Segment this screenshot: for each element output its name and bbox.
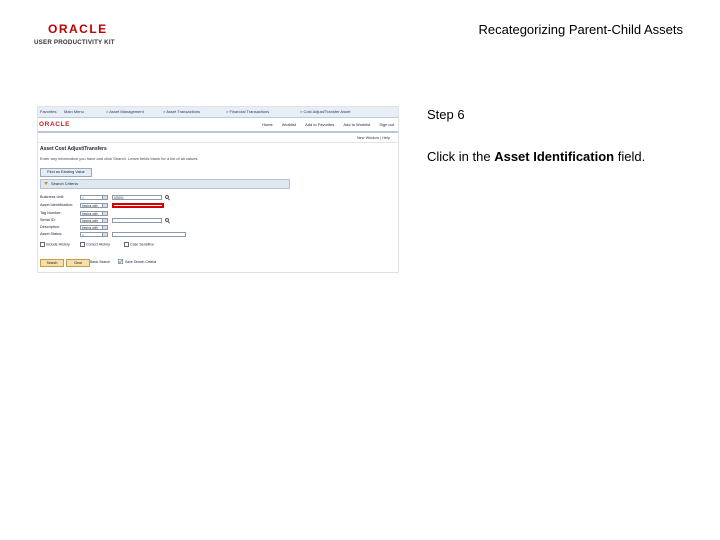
- business-unit-row: Business Unit: = US001: [40, 195, 190, 201]
- asset-status-select[interactable]: [112, 232, 186, 237]
- step-label: Step 6: [427, 107, 465, 122]
- tab-find-existing-value[interactable]: Find an Existing Value: [40, 168, 92, 177]
- instruction-prefix: Click in the: [427, 149, 495, 164]
- clear-button[interactable]: Clear: [66, 259, 90, 267]
- oracle-upk-logo: ORACLE USER PRODUCTIVITY KIT: [34, 22, 126, 48]
- instruction-target: Asset Identification: [494, 149, 615, 164]
- case-sensitive-option[interactable]: Case Sensitive: [124, 242, 154, 247]
- checkbox[interactable]: [80, 242, 85, 247]
- serial-id-row: Serial ID: begins with: [40, 218, 190, 224]
- asset-status-row: Asset Status: =: [40, 232, 190, 238]
- slide-title: Recategorizing Parent-Child Assets: [478, 22, 684, 37]
- add-favorites-link[interactable]: Add to Favorites: [305, 122, 334, 127]
- header-links: Home Worklist Add to Favorites Add to Wo…: [254, 122, 394, 127]
- instruction-suffix: field.: [614, 149, 646, 164]
- worklist-link[interactable]: Worklist: [282, 122, 296, 127]
- basic-search-link[interactable]: Basic Search: [90, 260, 110, 264]
- asset-identification-input[interactable]: [112, 203, 164, 208]
- search-button[interactable]: Search: [40, 259, 64, 267]
- app-brand: ORACLE: [39, 121, 71, 128]
- checkbox[interactable]: [124, 242, 129, 247]
- checkbox-label: Case Sensitive: [130, 242, 154, 247]
- save-search-icon[interactable]: [118, 259, 123, 264]
- instruction-text: Click in the Asset Identification field.: [427, 149, 645, 164]
- logo-brand: ORACLE: [48, 22, 108, 36]
- serial-id-input[interactable]: [112, 218, 162, 223]
- collapse-arrow-icon[interactable]: [44, 182, 48, 185]
- asset-status-operator[interactable]: =: [80, 232, 108, 237]
- field-label: Tag Number:: [40, 211, 62, 215]
- header-divider: [38, 131, 398, 133]
- field-label: Asset Identification:: [40, 203, 73, 207]
- tag-number-operator[interactable]: begins with: [80, 211, 108, 216]
- save-search-link[interactable]: Save Search Criteria: [125, 260, 156, 264]
- breadcrumb-item[interactable]: Favorites: [40, 109, 56, 114]
- page-title: Asset Cost Adjust/Transfers: [40, 146, 107, 152]
- divider: [38, 142, 398, 143]
- breadcrumb-item[interactable]: > Asset Management: [106, 109, 144, 114]
- checkbox-label: Include History: [46, 242, 70, 247]
- asset-id-operator[interactable]: begins with: [80, 203, 108, 208]
- field-label: Description:: [40, 225, 61, 229]
- lookup-icon[interactable]: [165, 195, 169, 199]
- section-title: Search Criteria: [51, 181, 78, 186]
- field-label: Asset Status:: [40, 232, 63, 236]
- sign-out-link[interactable]: Sign out: [379, 122, 394, 127]
- search-criteria-header[interactable]: Search Criteria: [40, 179, 290, 189]
- correct-history-option[interactable]: Correct History: [80, 242, 110, 247]
- tag-number-row: Tag Number: begins with: [40, 211, 190, 217]
- lookup-icon[interactable]: [165, 218, 169, 222]
- serial-id-operator[interactable]: begins with: [80, 218, 108, 223]
- include-history-option[interactable]: Include History: [40, 242, 70, 247]
- application-screenshot: Favorites Main Menu > Asset Management >…: [37, 106, 399, 273]
- field-label: Serial ID:: [40, 218, 56, 222]
- field-label: Business Unit:: [40, 195, 65, 199]
- app-header: ORACLE Home Worklist Add to Favorites Ad…: [38, 118, 398, 131]
- breadcrumb-item[interactable]: > Cost Adjust/Transfer Asset: [300, 109, 350, 114]
- window-help-links[interactable]: New Window | Help: [357, 136, 390, 140]
- breadcrumb-item[interactable]: > Financial Transactions: [226, 109, 269, 114]
- breadcrumb-bar: Favorites Main Menu > Asset Management >…: [38, 107, 398, 118]
- business-unit-input[interactable]: US001: [112, 195, 162, 200]
- asset-identification-row: Asset Identification: begins with: [40, 203, 190, 209]
- breadcrumb-item[interactable]: Main Menu: [64, 109, 84, 114]
- logo-tagline: USER PRODUCTIVITY KIT: [34, 39, 115, 46]
- checkbox-label: Correct History: [86, 242, 110, 247]
- home-link[interactable]: Home: [262, 122, 273, 127]
- description-operator[interactable]: begins with: [80, 225, 108, 230]
- description-row: Description: begins with: [40, 225, 190, 231]
- search-options: Include History Correct History Case Sen…: [40, 242, 290, 248]
- breadcrumb-item[interactable]: > Asset Transactions: [163, 109, 200, 114]
- page-description: Enter any information you have and click…: [40, 156, 199, 161]
- checkbox[interactable]: [40, 242, 45, 247]
- business-unit-operator[interactable]: =: [80, 195, 108, 200]
- add-worklist-link[interactable]: Add to Worklist: [343, 122, 370, 127]
